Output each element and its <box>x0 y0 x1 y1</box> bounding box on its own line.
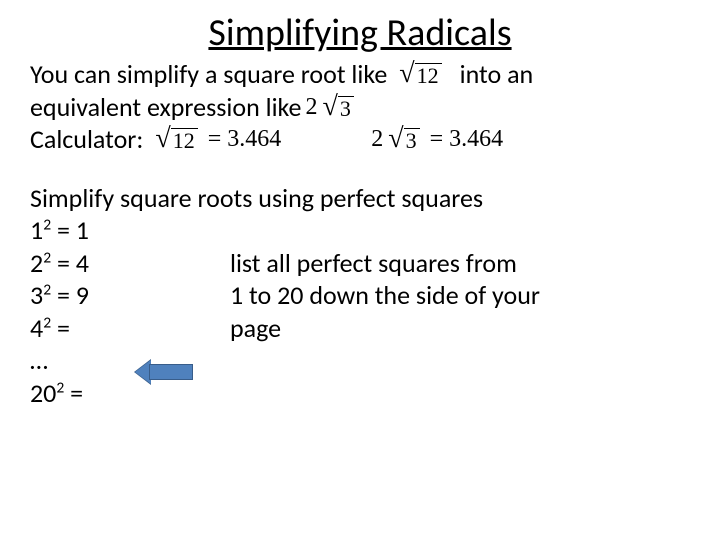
radical-icon: √ <box>388 125 403 153</box>
row-2: 22 = 4 list all perfect squares from <box>30 247 690 280</box>
coefficient: 2 <box>305 92 317 122</box>
square-entry-last: 202 = <box>30 377 690 410</box>
row-4: 42 = page <box>30 312 690 345</box>
square-entry: 12 = 1 <box>30 214 230 247</box>
instruction-text: 1 to 20 down the side of your <box>230 279 690 312</box>
radicand: 3 <box>404 128 420 152</box>
instruction-text: list all perfect squares from <box>230 247 690 280</box>
intro-line-2: equivalent expression like 2 √ 3 <box>30 91 690 124</box>
radicand: 12 <box>171 128 198 152</box>
base: 3 <box>30 279 43 311</box>
instruction-text: page <box>230 312 690 345</box>
coefficient: 2 <box>371 124 383 154</box>
exponent: 2 <box>43 313 51 332</box>
equals-value: = 3.464 <box>208 124 282 154</box>
square-entry: 22 = 4 <box>30 247 230 280</box>
exponent: 2 <box>43 248 51 267</box>
subheading: Simplify square roots using perfect squa… <box>30 182 690 215</box>
intro-line-1: You can simplify a square root like √ 12… <box>30 58 690 91</box>
text: into an <box>460 58 534 91</box>
result: = 1 <box>51 214 89 246</box>
square-entry: 32 = 9 <box>30 279 230 312</box>
result: = <box>64 377 83 409</box>
sqrt-12: √ 12 <box>399 60 441 88</box>
slide-title: Simplifying Radicals <box>30 10 690 56</box>
body: You can simplify a square root like √ 12… <box>30 58 690 409</box>
row-3: 32 = 9 1 to 20 down the side of your <box>30 279 690 312</box>
result: = 4 <box>51 247 89 279</box>
radicand: 3 <box>338 96 354 120</box>
sqrt-3: √ 3 <box>388 125 419 153</box>
radicand: 12 <box>415 63 442 87</box>
result: = 9 <box>51 279 89 311</box>
square-entry: 42 = <box>30 312 230 345</box>
radical-icon: √ <box>399 60 414 88</box>
radical-icon: √ <box>322 93 337 121</box>
ellipsis: … <box>30 344 690 377</box>
calculator-line: Calculator: √ 12 = 3.464 2 √ 3 = 3.464 <box>30 123 690 156</box>
base: 1 <box>30 214 43 246</box>
calc-label: Calculator: <box>30 123 143 156</box>
equals-value: = 3.464 <box>430 124 504 154</box>
base: 2 <box>30 247 43 279</box>
radical-icon: √ <box>155 125 170 153</box>
text: equivalent expression like <box>30 91 301 124</box>
slide-content: Simplifying Radicals You can simplify a … <box>0 0 720 419</box>
sqrt-3: √ 3 <box>322 93 353 121</box>
exponent: 2 <box>43 280 51 299</box>
sqrt-12: √ 12 <box>155 125 197 153</box>
text: You can simplify a square root like <box>30 58 387 91</box>
row-1: 12 = 1 <box>30 214 690 247</box>
base: 20 <box>30 377 56 409</box>
base: 4 <box>30 312 43 344</box>
result: = <box>51 312 70 344</box>
exponent: 2 <box>43 215 51 234</box>
